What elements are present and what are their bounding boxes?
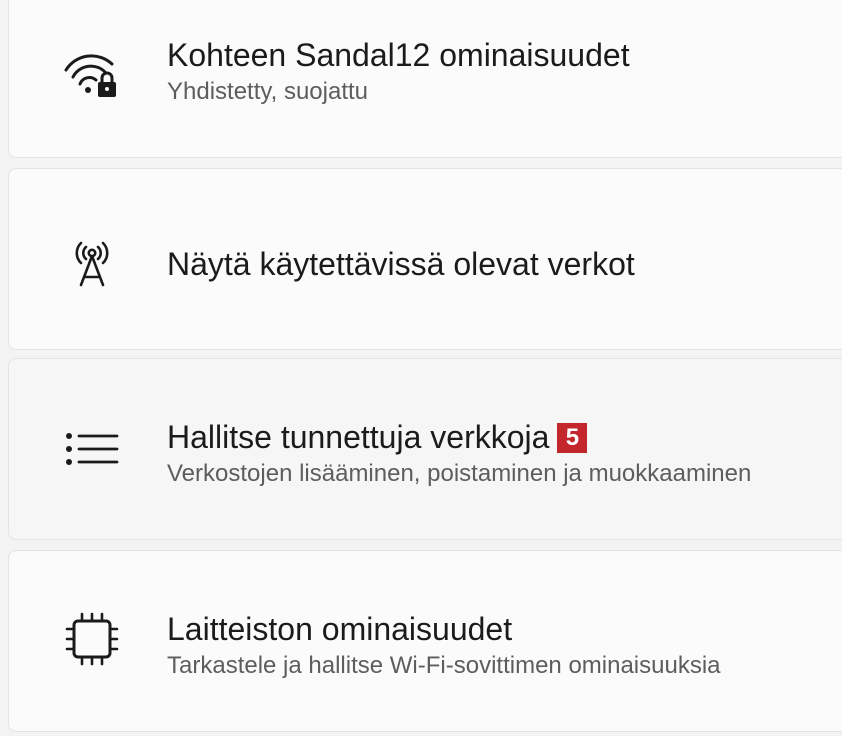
manage-known-networks-subtitle: Verkostojen lisääminen, poistaminen ja m… — [167, 460, 752, 487]
wifi-properties-card[interactable]: Kohteen Sandal12 ominaisuudet Yhdistetty… — [8, 0, 842, 158]
wifi-properties-text: Kohteen Sandal12 ominaisuudet Yhdistetty… — [167, 35, 630, 107]
list-icon — [59, 416, 125, 482]
annotation-badge: 5 — [557, 423, 588, 453]
chip-icon — [59, 606, 125, 672]
antenna-icon — [59, 231, 125, 297]
hardware-properties-subtitle: Tarkastele ja hallitse Wi-Fi-sovittimen … — [167, 652, 721, 679]
manage-known-networks-text: Hallitse tunnettuja verkkoja 5 Verkostoje… — [167, 417, 751, 489]
manage-known-networks-card[interactable]: Hallitse tunnettuja verkkoja 5 Verkostoje… — [8, 358, 842, 540]
hardware-properties-text: Laitteiston ominaisuudet Tarkastele ja h… — [167, 609, 721, 681]
show-available-networks-card[interactable]: Näytä käytettävissä olevat verkot — [8, 168, 842, 350]
hardware-properties-title: Laitteiston ominaisuudet — [167, 611, 513, 647]
wifi-properties-title: Kohteen Sandal12 ominaisuudet — [167, 37, 630, 73]
wifi-properties-subtitle: Yhdistetty, suojattu — [167, 78, 368, 105]
manage-known-networks-title: Hallitse tunnettuja verkkoja 5 — [167, 417, 751, 457]
wifi-lock-icon — [59, 42, 125, 108]
hardware-properties-card[interactable]: Laitteiston ominaisuudet Tarkastele ja h… — [8, 550, 842, 732]
manage-known-networks-label: Hallitse tunnettuja verkkoja — [167, 419, 550, 455]
show-available-networks-title: Näytä käytettävissä olevat verkot — [167, 246, 635, 282]
show-available-networks-text: Näytä käytettävissä olevat verkot — [167, 244, 635, 284]
